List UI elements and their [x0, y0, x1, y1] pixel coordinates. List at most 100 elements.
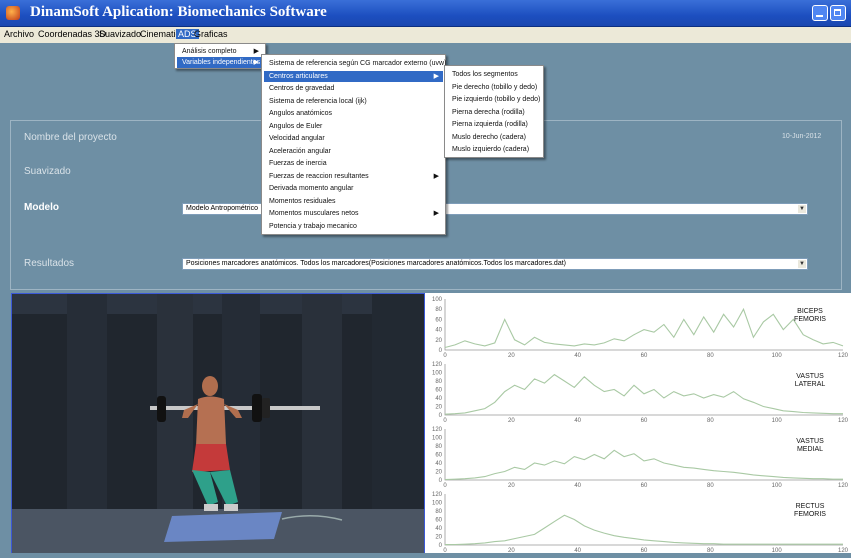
y-tick-label: 60	[435, 317, 442, 323]
menu-suavizado[interactable]: Suavizado	[97, 29, 143, 39]
project-label: Nombre del proyecto	[24, 132, 117, 143]
y-tick-label: 120	[432, 492, 443, 498]
menu-item[interactable]: Fuerzas de reaccion resultantes ▶	[264, 171, 443, 182]
menu-item[interactable]: Centros de gravedad	[264, 83, 443, 94]
menu-item[interactable]: Todos los segmentos	[447, 69, 541, 80]
menu-item[interactable]: Pierna derecha (rodilla)	[447, 107, 541, 118]
menu-item-label: Análisis completo	[182, 48, 237, 55]
menu-item-label: Fuerzas de reaccion resultantes	[269, 172, 369, 180]
emg-chart-1: 0 20 40 60 80 100 120 0 20 40 60 80 100 120 VASTUSLATE…	[432, 362, 849, 424]
squat-video-image	[12, 294, 424, 553]
menu-item[interactable]: Muslo derecho (cadera)	[447, 132, 541, 143]
menu-item[interactable]: Sistema de referencia local (ijk)	[264, 96, 443, 107]
x-tick-label: 100	[772, 353, 783, 359]
submenu-arrow-icon: ▶	[433, 210, 439, 217]
menu-item-variables-independientes[interactable]: Variables independientes ▶	[177, 57, 263, 68]
y-tick-label: 0	[439, 543, 443, 549]
minimize-button[interactable]	[812, 5, 828, 21]
menu-item[interactable]: Muslo izquierdo (cadera)	[447, 144, 541, 155]
y-tick-label: 100	[432, 297, 443, 303]
restore-button[interactable]	[830, 5, 846, 21]
menu-item[interactable]: Angulos anatómicos	[264, 108, 443, 119]
app-icon[interactable]	[6, 6, 20, 20]
x-tick-label: 80	[707, 353, 714, 359]
x-tick-label: 120	[838, 353, 849, 359]
menu-item[interactable]: Angulos de Euler	[264, 121, 443, 132]
menu-graficas[interactable]: Graficas	[192, 29, 230, 39]
y-tick-label: 100	[432, 371, 443, 377]
menu-item[interactable]: Velocidad angular	[264, 133, 443, 144]
muscle-label: VASTUS	[796, 438, 824, 445]
x-tick-label: 120	[838, 483, 849, 489]
video-frame	[11, 293, 425, 553]
menu-item[interactable]: Pie izquierdo (tobillo y dedo)	[447, 94, 541, 105]
title-bar: DinamSoft Aplication: Biomechanics Softw…	[0, 0, 851, 27]
y-tick-label: 120	[432, 362, 443, 368]
menu-item[interactable]: Momentos residuales	[264, 196, 443, 207]
menu-item[interactable]: Fuerzas de inercia	[264, 158, 443, 169]
dropdown-arrow-icon[interactable]: ▼	[798, 260, 806, 268]
y-tick-label: 40	[435, 461, 442, 467]
suavizado-label: Suavizado	[24, 166, 71, 177]
menu-item-label: Angulos anatómicos	[269, 110, 333, 117]
chart-axis	[444, 494, 843, 546]
menu-item[interactable]: Pie derecho (tobillo y dedo)	[447, 82, 541, 93]
y-tick-label: 80	[435, 379, 442, 385]
y-tick-label: 80	[435, 509, 442, 515]
centros-articulares-menu: Todos los segmentos Pie derecho (tobillo …	[444, 65, 544, 158]
x-tick-label: 60	[641, 483, 648, 489]
x-tick-label: 80	[707, 418, 714, 424]
x-tick-label: 100	[772, 418, 783, 424]
menu-item[interactable]: Pierna izquierda (rodilla)	[447, 119, 541, 130]
y-tick-label: 40	[435, 396, 442, 402]
x-tick-label: 100	[772, 548, 783, 553]
y-tick-label: 100	[432, 501, 443, 507]
menu-item[interactable]: Potencia y trabajo mecanico	[264, 221, 443, 232]
muscle-label: LATERAL	[795, 381, 826, 388]
emg-charts: 0204060801000 20 40 60 80 100 120BICEPSFEMORIS…	[432, 297, 849, 554]
x-tick-label: 80	[707, 483, 714, 489]
dropdown-arrow-icon[interactable]: ▼	[798, 205, 806, 213]
menu-item-analisis-completo[interactable]: Análisis completo ▶	[177, 46, 263, 57]
y-tick-label: 80	[435, 444, 442, 450]
x-tick-label: 0	[443, 353, 447, 359]
x-tick-label: 40	[574, 548, 581, 553]
project-date: 10-Jun-2012	[782, 133, 822, 140]
emg-chart-panel: 0 20 40 60 80 100 0 20 40 60 80 100 120 BICEPS FEMORIS…	[425, 293, 851, 554]
x-tick-label: 20	[508, 483, 515, 489]
menu-item-label: Muslo izquierdo (cadera)	[452, 146, 530, 153]
muscle-label: VASTUS	[796, 373, 824, 380]
menu-item-label: Momentos musculares netos	[269, 210, 359, 217]
menu-item-label: Fuerzas de inercia	[269, 160, 327, 167]
resultados-value: Posiciones marcadores anatómicos. Todos …	[186, 260, 566, 267]
y-tick-label: 20	[435, 405, 442, 411]
menu-item[interactable]: Centros articulares ▶	[264, 70, 443, 82]
x-tick-label: 120	[838, 418, 849, 424]
modelo-value: Modelo Antropométrico	[186, 205, 258, 212]
menu-item-label: Centros articulares	[269, 72, 328, 80]
y-tick-label: 0	[439, 478, 443, 484]
menu-item-label: Velocidad angular	[269, 135, 325, 142]
variables-menu: Sistema de referencia según CG marcador …	[261, 54, 446, 235]
muscle-label: FEMORIS	[794, 511, 826, 518]
menu-item-label: Momentos residuales	[269, 197, 336, 205]
menu-item[interactable]: Derivada momento angular	[264, 183, 443, 194]
x-tick-label: 40	[574, 353, 581, 359]
y-tick-label: 60	[435, 518, 442, 524]
menu-archivo[interactable]: Archivo	[2, 29, 36, 39]
menu-item[interactable]: Momentos musculares netos ▶	[264, 208, 443, 219]
menu-item-label: Pierna izquierda (rodilla)	[452, 121, 528, 128]
menu-item[interactable]: Aceleración angular	[264, 146, 443, 157]
resultados-select[interactable]: Posiciones marcadores anatómicos. Todos …	[182, 258, 808, 270]
x-tick-label: 40	[574, 483, 581, 489]
emg-chart-3: 0 20 40 60 80 100 120 0 20 40 60 80 100 120 RECTUSFEMO…	[432, 492, 849, 554]
x-tick-label: 0	[443, 483, 447, 489]
menu-item[interactable]: Sistema de referencia según CG marcador …	[264, 58, 446, 69]
y-tick-label: 0	[439, 348, 443, 354]
submenu-arrow-icon: ▶	[433, 172, 439, 180]
y-tick-label: 0	[439, 413, 443, 419]
window-title: DinamSoft Aplication: Biomechanics Softw…	[30, 4, 327, 20]
x-tick-label: 120	[838, 548, 849, 553]
submenu-arrow-icon: ▶	[433, 72, 439, 80]
x-tick-label: 20	[508, 548, 515, 553]
